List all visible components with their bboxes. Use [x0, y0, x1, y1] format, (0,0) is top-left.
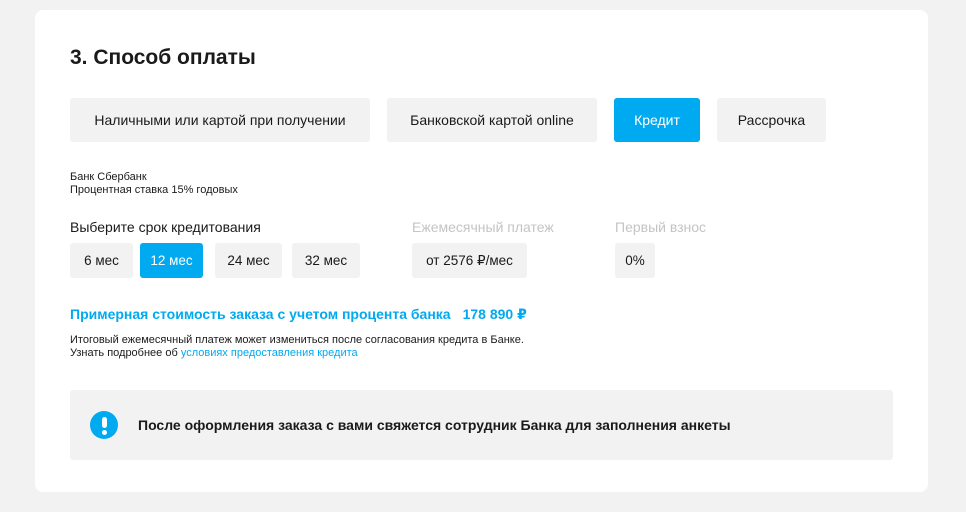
term-option-12[interactable]: 12 мес [140, 243, 203, 278]
monthly-payment-value: от 2576 ₽/мес [412, 243, 527, 278]
term-option-24[interactable]: 24 мес [215, 243, 282, 278]
term-option-32[interactable]: 32 мес [292, 243, 360, 278]
down-payment-label: Первый взнос [615, 219, 707, 235]
down-payment-value: 0% [615, 243, 655, 278]
payment-method-card: 3. Способ оплаты Наличными или картой пр… [35, 10, 928, 492]
info-alert: После оформления заказа с вами свяжется … [70, 390, 893, 460]
payment-method-credit[interactable]: Кредит [614, 98, 700, 142]
bank-info: Банк Сбербанк Процентная ставка 15% годо… [70, 171, 238, 197]
estimated-total: Примерная стоимость заказа с учетом проц… [70, 306, 527, 323]
bank-rate: Процентная ставка 15% годовых [70, 184, 238, 196]
section-title: 3. Способ оплаты [70, 46, 256, 69]
estimated-total-label: Примерная стоимость заказа с учетом проц… [70, 306, 451, 322]
payment-method-installment[interactable]: Рассрочка [717, 98, 826, 142]
term-label: Выберите срок кредитования [70, 219, 261, 235]
credit-note-line1: Итоговый ежемесячный платеж может измени… [70, 334, 524, 346]
credit-terms-link[interactable]: условиях предоставления кредита [181, 347, 358, 359]
estimated-total-amount: 178 890 ₽ [462, 306, 527, 322]
payment-method-cash-or-card-on-delivery[interactable]: Наличными или картой при получении [70, 98, 370, 142]
alert-text: После оформления заказа с вами свяжется … [138, 417, 731, 433]
term-option-6[interactable]: 6 мес [70, 243, 133, 278]
payment-method-card-online[interactable]: Банковской картой online [387, 98, 597, 142]
monthly-payment-label: Ежемесячный платеж [412, 219, 554, 235]
bank-name: Банк Сбербанк [70, 171, 147, 183]
credit-note: Итоговый ежемесячный платеж может измени… [70, 334, 524, 360]
credit-note-prefix: Узнать подробнее об [70, 347, 178, 359]
exclamation-icon [90, 411, 118, 439]
